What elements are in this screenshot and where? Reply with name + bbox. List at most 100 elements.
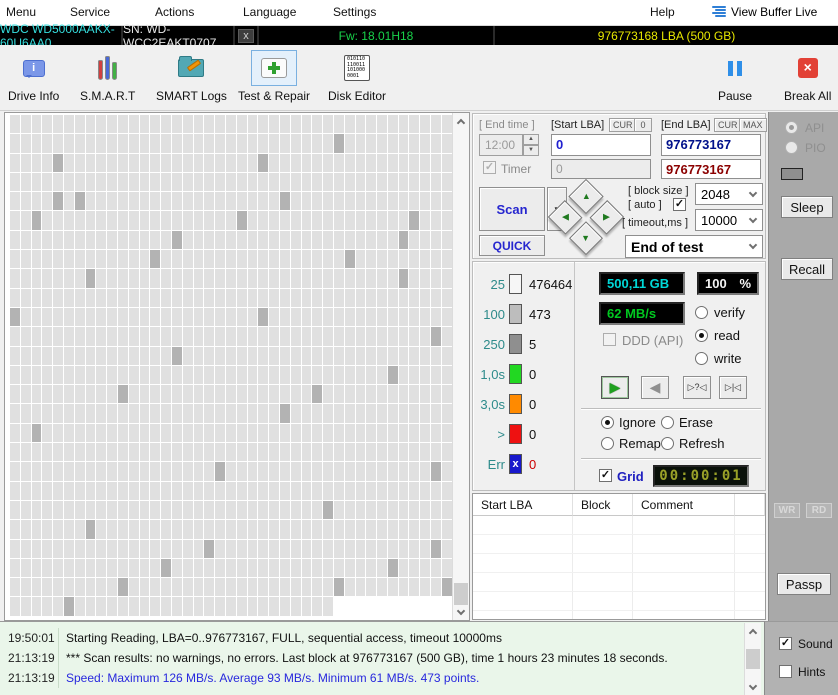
- defect-col-header-Start LBA[interactable]: Start LBA: [473, 494, 573, 516]
- drive-close-button[interactable]: x: [238, 29, 254, 43]
- map-block: [377, 482, 387, 500]
- map-block: [248, 115, 258, 133]
- api-radio[interactable]: [785, 121, 798, 134]
- end-action-select[interactable]: End of test: [625, 235, 763, 258]
- map-block: [42, 540, 52, 558]
- map-block: [10, 134, 20, 152]
- map-scroll-thumb[interactable]: [454, 583, 468, 605]
- test-repair-button[interactable]: Test & Repair: [238, 50, 310, 103]
- rd-button[interactable]: RD: [806, 503, 832, 518]
- sleep-button[interactable]: Sleep: [781, 196, 833, 218]
- seek-end-button[interactable]: ▷|◁: [719, 376, 747, 399]
- map-scroll-down-button[interactable]: [453, 604, 469, 620]
- log-scroll-down-button[interactable]: [745, 679, 761, 695]
- end-time-down-button[interactable]: ▼: [523, 145, 539, 156]
- map-block: [388, 501, 398, 519]
- map-scroll-up-button[interactable]: [453, 113, 469, 129]
- menu-item-settings[interactable]: Settings: [333, 5, 376, 19]
- map-block: [183, 540, 193, 558]
- sound-checkbox[interactable]: [779, 637, 792, 650]
- smart-button[interactable]: S.M.A.R.T: [80, 50, 135, 103]
- defect-col-header-Comment[interactable]: Comment: [633, 494, 735, 516]
- smart-logs-button[interactable]: SMART Logs: [156, 50, 227, 103]
- map-block: [32, 173, 42, 191]
- seek-question-button[interactable]: ▷?◁: [683, 376, 711, 399]
- map-block: [431, 347, 441, 365]
- auto-checkbox[interactable]: [673, 198, 686, 211]
- map-block: [409, 385, 419, 403]
- policy-radio-remap[interactable]: [601, 437, 614, 450]
- end-time-spinner[interactable]: 12:00 ▲▼: [479, 134, 539, 156]
- pause-button[interactable]: Pause: [712, 50, 758, 103]
- pio-radio[interactable]: [785, 141, 798, 154]
- map-block: [75, 559, 85, 577]
- map-block: [302, 192, 312, 210]
- defect-list-table[interactable]: Start LBABlockComment: [472, 493, 766, 620]
- menu-item-service[interactable]: Service: [70, 5, 110, 19]
- recall-button[interactable]: Recall: [781, 258, 833, 280]
- map-block: [226, 559, 236, 577]
- drive-info-button[interactable]: iDrive Info: [8, 50, 59, 103]
- start-lba-cur-button[interactable]: CUR: [609, 118, 637, 132]
- timeout-select[interactable]: 10000: [695, 209, 763, 231]
- map-block: [107, 154, 117, 172]
- map-block: [118, 404, 128, 422]
- map-block: [172, 231, 182, 249]
- policy-radio-ignore[interactable]: [601, 416, 614, 429]
- timer-checkbox[interactable]: [483, 161, 496, 174]
- scan-button[interactable]: Scan: [479, 187, 545, 231]
- passp-button[interactable]: Passp: [777, 573, 831, 595]
- mode-radio-verify[interactable]: [695, 306, 708, 319]
- drive-serial: SN: WD-WCC2EAKT0707: [123, 26, 235, 45]
- map-block: [150, 578, 160, 596]
- wr-button[interactable]: WR: [774, 503, 800, 518]
- hints-checkbox[interactable]: [779, 665, 792, 678]
- defect-col-header-Block[interactable]: Block: [573, 494, 633, 516]
- map-block: [42, 578, 52, 596]
- map-block: [409, 327, 419, 345]
- end-time-up-button[interactable]: ▲: [523, 134, 539, 145]
- map-block: [442, 520, 452, 538]
- map-block: [442, 173, 452, 191]
- map-block: [64, 211, 74, 229]
- menu-item-language[interactable]: Language: [243, 5, 296, 19]
- play-button[interactable]: ▶: [601, 376, 629, 399]
- disk-editor-button[interactable]: 0101101100111010000001Disk Editor: [328, 50, 386, 103]
- map-block: [21, 173, 31, 191]
- ddd-api-checkbox[interactable]: [603, 333, 616, 346]
- start-lba-zero-button[interactable]: 0: [634, 118, 652, 132]
- end-lba-cur-button[interactable]: CUR: [714, 118, 742, 132]
- menu-item-help[interactable]: Help: [650, 5, 675, 19]
- map-block: [129, 482, 139, 500]
- policy-radio-refresh[interactable]: [661, 437, 674, 450]
- menu-item-actions[interactable]: Actions: [155, 5, 194, 19]
- map-block: [204, 289, 214, 307]
- quick-button[interactable]: QUICK: [479, 235, 545, 256]
- log-scrollbar[interactable]: [744, 623, 761, 695]
- map-block: [96, 308, 106, 326]
- mode-radio-read[interactable]: [695, 329, 708, 342]
- map-block: [194, 327, 204, 345]
- mode-label-read: read: [714, 328, 740, 343]
- log-scroll-up-button[interactable]: [745, 623, 761, 639]
- menu-item-menu[interactable]: Menu: [6, 5, 36, 19]
- view-buffer-live-button[interactable]: View Buffer Live: [712, 5, 817, 19]
- map-block: [161, 308, 171, 326]
- map-block: [96, 269, 106, 287]
- break-all-button[interactable]: × Break All: [784, 50, 831, 103]
- map-block: [237, 404, 247, 422]
- block-size-select[interactable]: 2048: [695, 183, 763, 205]
- api-label: API: [805, 121, 824, 135]
- defect-col-header-extra[interactable]: [735, 494, 765, 516]
- map-block: [388, 424, 398, 442]
- surface-scan-map-panel: [4, 112, 470, 621]
- mode-radio-write[interactable]: [695, 352, 708, 365]
- grid-checkbox[interactable]: [599, 469, 612, 482]
- start-lba-input[interactable]: 0: [551, 134, 651, 156]
- map-scrollbar[interactable]: [452, 113, 469, 620]
- end-lba-max-button[interactable]: MAX: [739, 118, 767, 132]
- policy-radio-erase[interactable]: [661, 416, 674, 429]
- log-scroll-thumb[interactable]: [746, 649, 760, 669]
- end-lba-input[interactable]: 976773167: [661, 134, 761, 156]
- back-button[interactable]: ◀: [641, 376, 669, 399]
